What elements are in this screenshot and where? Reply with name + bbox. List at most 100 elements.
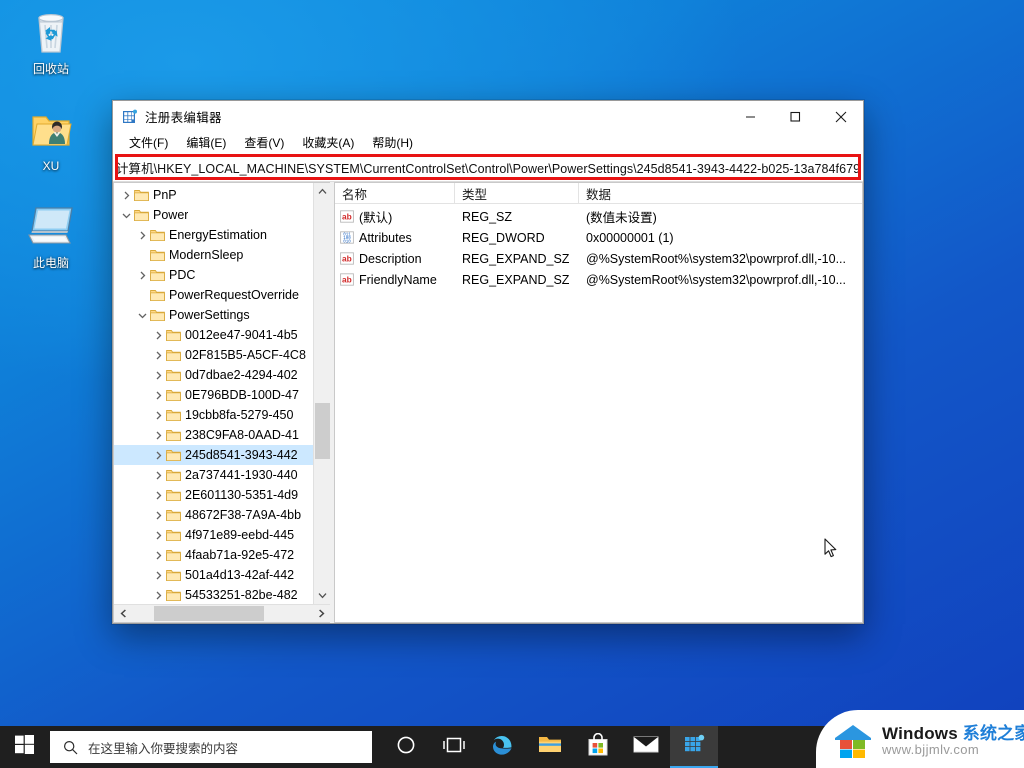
tree-node[interactable]: 02F815B5-A5CF-4C8	[114, 345, 330, 365]
tree-node[interactable]: 238C9FA8-0AAD-41	[114, 425, 330, 445]
chevron-right-icon[interactable]	[150, 451, 166, 460]
tree-node-label: 245d8541-3943-442	[185, 448, 298, 462]
registry-tree-pane[interactable]: PnP Power EnergyEstimation ModernSleep PDC Po…	[113, 182, 330, 623]
tree-node[interactable]: 48672F38-7A9A-4bb	[114, 505, 330, 525]
registry-editor-window[interactable]: 注册表编辑器 文件(F) 编辑(E) 查看(V) 收藏夹(A) 帮助(H) 计算…	[112, 100, 864, 624]
tree-node-label: 0E796BDB-100D-47	[185, 388, 299, 402]
chevron-right-icon[interactable]	[150, 571, 166, 580]
column-header-data[interactable]: 数据	[579, 183, 862, 203]
tree-node[interactable]: 4f971e89-eebd-445	[114, 525, 330, 545]
chevron-right-icon[interactable]	[134, 271, 150, 280]
menu-item-file[interactable]: 文件(F)	[120, 132, 177, 154]
taskbar-task-view[interactable]	[430, 726, 478, 768]
close-button[interactable]	[818, 101, 863, 132]
menu-item-help[interactable]: 帮助(H)	[363, 132, 422, 154]
window-controls	[728, 101, 863, 132]
window-title: 注册表编辑器	[145, 111, 222, 125]
string-value-icon: ab	[340, 252, 354, 265]
tree-scroll-track[interactable]	[314, 200, 331, 587]
scroll-up-arrow-icon[interactable]	[314, 183, 331, 200]
tree-node[interactable]: 501a4d13-42af-442	[114, 565, 330, 585]
tree-node-selected[interactable]: 245d8541-3943-442	[114, 445, 330, 465]
chevron-right-icon[interactable]	[150, 371, 166, 380]
taskbar-edge[interactable]	[478, 726, 526, 768]
tree-node[interactable]: 4faab71a-92e5-472	[114, 545, 330, 565]
tree-node[interactable]: 54533251-82be-482	[114, 585, 330, 604]
chevron-up-icon[interactable]	[990, 726, 1018, 768]
chevron-right-icon[interactable]	[150, 591, 166, 600]
scroll-right-arrow-icon[interactable]	[312, 605, 330, 622]
tree-node[interactable]: ModernSleep	[114, 245, 330, 265]
value-type: REG_EXPAND_SZ	[462, 251, 570, 266]
taskbar-mail[interactable]	[622, 726, 670, 768]
chevron-right-icon[interactable]	[150, 431, 166, 440]
tree-node[interactable]: PowerSettings	[114, 305, 330, 325]
chevron-right-icon[interactable]	[150, 471, 166, 480]
desktop-icon-xu[interactable]: XU	[8, 105, 94, 174]
chevron-right-icon[interactable]	[118, 191, 134, 200]
edge-icon	[490, 733, 514, 762]
taskbar[interactable]: 在这里输入你要搜索的内容	[0, 726, 1024, 768]
tree-horizontal-scrollbar[interactable]	[114, 604, 330, 622]
menu-item-favorites[interactable]: 收藏夹(A)	[293, 132, 363, 154]
tree-node[interactable]: 2E601130-5351-4d9	[114, 485, 330, 505]
tree-node[interactable]: 19cbb8fa-5279-450	[114, 405, 330, 425]
tree-node[interactable]: 0d7dbae2-4294-402	[114, 365, 330, 385]
svg-text:ab: ab	[342, 211, 352, 221]
tree-node-label: PnP	[153, 188, 177, 202]
tree-node[interactable]: PDC	[114, 265, 330, 285]
value-row[interactable]: 011 100 010 Attributes REG_DWORD 0x00000001 (…	[335, 227, 862, 248]
scroll-down-arrow-icon[interactable]	[314, 587, 331, 604]
folder-icon	[166, 409, 181, 422]
chevron-right-icon[interactable]	[134, 231, 150, 240]
value-type: REG_DWORD	[462, 230, 545, 245]
value-data: @%SystemRoot%\system32\powrprof.dll,-10.…	[586, 272, 847, 287]
taskbar-file-explorer[interactable]	[526, 726, 574, 768]
address-bar-input[interactable]: 计算机\HKEY_LOCAL_MACHINE\SYSTEM\CurrentCon…	[118, 158, 858, 177]
value-data: 0x00000001 (1)	[586, 230, 674, 245]
tree-node[interactable]: 2a737441-1930-440	[114, 465, 330, 485]
tree-node[interactable]: Power	[114, 205, 330, 225]
chevron-down-icon[interactable]	[134, 311, 150, 320]
chevron-right-icon[interactable]	[150, 391, 166, 400]
value-row[interactable]: ab Description REG_EXPAND_SZ @%SystemRoot%\…	[335, 248, 862, 269]
chevron-down-icon[interactable]	[118, 211, 134, 220]
window-titlebar[interactable]: 注册表编辑器	[113, 101, 863, 132]
tree-hscroll-thumb[interactable]	[154, 606, 264, 621]
registry-editor-icon	[683, 734, 705, 761]
desktop-icon-recycle-bin[interactable]: 回收站	[8, 8, 94, 77]
value-row[interactable]: ab FriendlyName REG_EXPAND_SZ @%SystemRoot%…	[335, 269, 862, 290]
column-header-type[interactable]: 类型	[455, 183, 579, 203]
tree-node[interactable]: 0012ee47-9041-4b5	[114, 325, 330, 345]
column-header-name[interactable]: 名称	[335, 183, 455, 203]
start-button[interactable]	[0, 726, 48, 768]
tree-node[interactable]: PowerRequestOverride	[114, 285, 330, 305]
taskbar-microsoft-store[interactable]	[574, 726, 622, 768]
registry-values-pane[interactable]: 名称 类型 数据 ab (默认) REG_SZ (数值未设置) 011 100 010 Att…	[334, 182, 863, 623]
chevron-right-icon[interactable]	[150, 511, 166, 520]
taskbar-registry-editor[interactable]	[670, 726, 718, 768]
tree-node[interactable]: EnergyEstimation	[114, 225, 330, 245]
search-input[interactable]: 在这里输入你要搜索的内容	[50, 731, 372, 763]
chevron-right-icon[interactable]	[150, 531, 166, 540]
tree-node[interactable]: PnP	[114, 185, 330, 205]
desktop-icon-this-pc[interactable]: 此电脑	[8, 202, 94, 271]
menu-item-edit[interactable]: 编辑(E)	[177, 132, 235, 154]
chevron-right-icon[interactable]	[150, 331, 166, 340]
value-row[interactable]: ab (默认) REG_SZ (数值未设置)	[335, 206, 862, 227]
tree-scroll-thumb[interactable]	[314, 403, 330, 459]
chevron-right-icon[interactable]	[150, 351, 166, 360]
tree-vertical-scrollbar[interactable]	[313, 183, 330, 604]
chevron-right-icon[interactable]	[150, 551, 166, 560]
chevron-right-icon[interactable]	[150, 411, 166, 420]
minimize-button[interactable]	[728, 101, 773, 132]
maximize-button[interactable]	[773, 101, 818, 132]
desktop[interactable]: 回收站 XU 此电脑 注册表编辑器 文件(F) 编辑(E) 查看(V) 收藏夹(…	[0, 0, 1024, 768]
scroll-left-arrow-icon[interactable]	[114, 605, 132, 622]
tree-hscroll-track[interactable]	[132, 605, 312, 622]
taskbar-cortana[interactable]	[382, 726, 430, 768]
search-placeholder: 在这里输入你要搜索的内容	[88, 741, 239, 756]
tree-node[interactable]: 0E796BDB-100D-47	[114, 385, 330, 405]
chevron-right-icon[interactable]	[150, 491, 166, 500]
menu-item-view[interactable]: 查看(V)	[235, 132, 293, 154]
